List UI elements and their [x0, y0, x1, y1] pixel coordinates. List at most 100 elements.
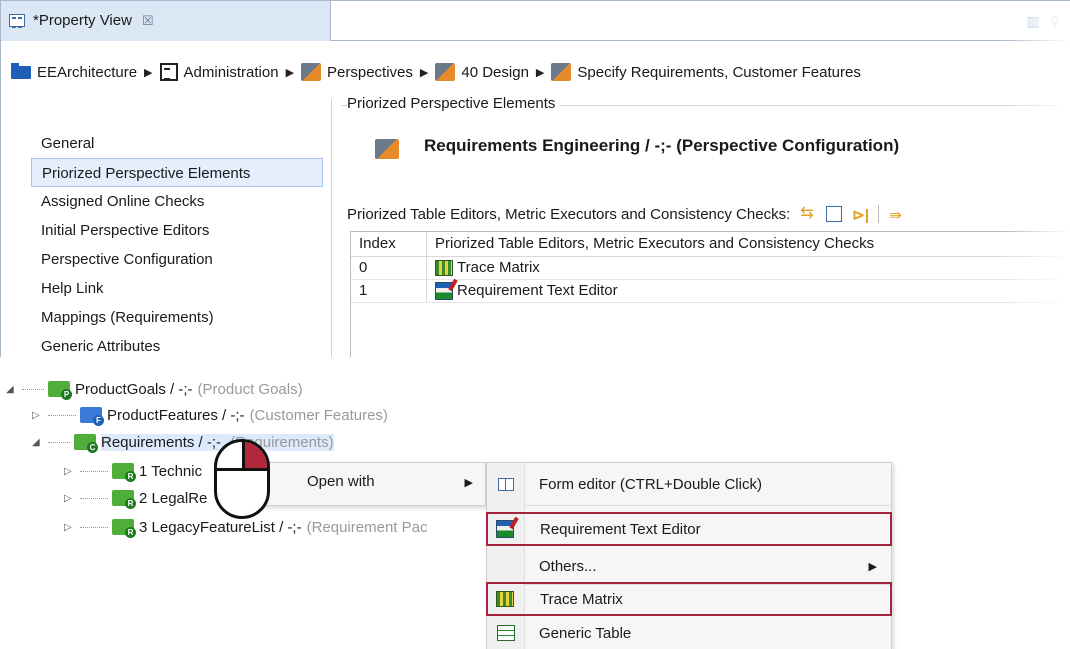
perspective-configuration-title: Requirements Engineering / -;- (Perspect… [424, 136, 900, 155]
mouse-right-click-icon [214, 439, 270, 519]
close-tab-icon[interactable]: ☒ [142, 13, 154, 29]
row-name-cell: Trace Matrix [427, 257, 540, 279]
perspective-icon [435, 63, 456, 81]
perspective-configuration-icon [375, 139, 399, 159]
property-view-panel: *Property View ☒ ▥ ⚲ EEArchitecture ▶ Ad… [0, 0, 1070, 357]
table-row[interactable]: 1 Requirement Text Editor [351, 280, 1070, 303]
nav-item-assigned-online-checks[interactable]: Assigned Online Checks [31, 187, 323, 216]
breadcrumb-separator-icon: ▶ [419, 66, 429, 79]
expand-icon[interactable]: ▷ [64, 493, 78, 504]
nav-item-help-link[interactable]: Help Link [31, 274, 323, 303]
trace-matrix-icon [496, 591, 514, 607]
row-name-cell: Requirement Text Editor [427, 280, 618, 302]
toolbar-separator [878, 205, 880, 223]
reorder-icon[interactable]: ⇆ [800, 206, 816, 222]
submenu-arrow-icon: ▶ [868, 560, 877, 573]
tree-node-selected-label: Requirements / -;- (Requirements) [101, 433, 334, 451]
nav-item-initial-perspective-editors[interactable]: Initial Perspective Editors [31, 216, 323, 245]
tree-node-label: ProductFeatures / -;- [107, 406, 245, 424]
tree-node-label: 3 LegacyFeatureList / -;- [139, 518, 302, 536]
submenu-item-generic-table[interactable]: Generic Table [487, 616, 891, 649]
expand-icon[interactable]: ▷ [64, 522, 78, 533]
breadcrumb-item-specify-requirements[interactable]: Specify Requirements, Customer Features [551, 63, 861, 81]
form-editor-icon [498, 477, 514, 491]
submenu-item-label: Others... [539, 557, 597, 575]
breadcrumb-item-administration[interactable]: Administration ▶ [159, 63, 302, 81]
columns-icon[interactable]: ▥ [1027, 13, 1040, 30]
tree-node-legal[interactable]: ▷ R 2 LegalRe [64, 485, 207, 511]
tree-node-label: Requirements / -;- [101, 433, 222, 451]
priorized-elements-table: Index Priorized Table Editors, Metric Ex… [350, 231, 1070, 357]
generic-table-icon [497, 625, 515, 641]
trace-matrix-icon [435, 260, 453, 276]
breadcrumb-separator-icon: ▶ [144, 66, 153, 79]
open-with-menu-item[interactable]: Open with [307, 473, 375, 490]
breadcrumb-item-eearchitecture[interactable]: EEArchitecture ▶ [11, 62, 160, 81]
folder-icon [11, 62, 31, 79]
tree-node-technical[interactable]: ▷ R 1 Technic [64, 458, 202, 484]
breadcrumb: EEArchitecture ▶ Administration ▶ Perspe… [11, 57, 861, 87]
table-header: Index Priorized Table Editors, Metric Ex… [351, 232, 1070, 257]
package-icon: P [48, 381, 72, 400]
table-row[interactable]: 0 Trace Matrix [351, 257, 1070, 280]
column-header-index[interactable]: Index [351, 232, 427, 256]
open-with-submenu: Form editor (CTRL+Double Click) Requirem… [486, 462, 892, 649]
submenu-item-label: Trace Matrix [540, 590, 623, 608]
tree-connector [80, 470, 108, 472]
menu-separator [525, 505, 891, 506]
package-icon: R [112, 463, 136, 482]
breadcrumb-separator-icon: ▶ [535, 66, 545, 79]
filter-icon[interactable]: ⇛ [889, 206, 905, 224]
requirement-text-editor-icon [496, 520, 514, 538]
nav-item-generic-attributes[interactable]: Generic Attributes [31, 332, 323, 357]
nav-item-general[interactable]: General [31, 129, 323, 158]
columns-icon[interactable] [826, 206, 843, 222]
row-index: 0 [351, 257, 427, 279]
breadcrumb-item-perspectives[interactable]: Perspectives ▶ [301, 63, 435, 81]
tree-node-productgoals[interactable]: ◢ P ProductGoals / -;- (Product Goals) [6, 376, 303, 402]
breadcrumb-item-40-design[interactable]: 40 Design ▶ [435, 63, 551, 81]
expand-icon[interactable]: ▷ [64, 466, 78, 477]
move-next-icon[interactable]: ⊳| [852, 206, 869, 224]
tree-node-type: (Requirement Pac [306, 518, 428, 536]
property-view-tab[interactable]: *Property View ☒ [1, 1, 331, 41]
search-icon[interactable]: ⚲ [1050, 13, 1060, 30]
nav-item-perspective-configuration[interactable]: Perspective Configuration [31, 245, 323, 274]
collapse-icon[interactable]: ◢ [6, 384, 20, 395]
tab-strip: ▥ ⚲ [331, 1, 1070, 41]
tree-connector [48, 414, 76, 416]
tree-node-requirements[interactable]: ◢ C Requirements / -;- (Requirements) [32, 429, 334, 455]
tree-connector [22, 388, 44, 390]
table-caption: Priorized Table Editors, Metric Executor… [347, 205, 905, 224]
package-icon: C [74, 434, 98, 453]
expand-icon[interactable]: ▷ [32, 410, 46, 421]
submenu-item-form-editor[interactable]: Form editor (CTRL+Double Click) [487, 467, 891, 501]
tree-node-type: (Product Goals) [197, 380, 303, 398]
package-icon: F [80, 407, 104, 426]
section-divider [331, 99, 332, 357]
collapse-icon[interactable]: ◢ [32, 437, 46, 448]
nav-item-priorized-perspective-elements[interactable]: Priorized Perspective Elements [31, 158, 323, 187]
submenu-item-requirement-text-editor[interactable]: Requirement Text Editor [486, 512, 892, 546]
tree-node-productfeatures[interactable]: ▷ F ProductFeatures / -;- (Customer Feat… [32, 402, 388, 428]
row-index: 1 [351, 280, 427, 302]
nav-item-mappings-requirements[interactable]: Mappings (Requirements) [31, 303, 323, 332]
context-menu: Open with ▶ [254, 462, 486, 506]
tree-node-label: ProductGoals / -;- [75, 380, 193, 398]
property-view-icon [9, 14, 25, 28]
perspective-icon [301, 63, 322, 81]
tree-node-label: 1 Technic [139, 462, 203, 480]
row-name: Requirement Text Editor [457, 282, 618, 299]
perspective-icon [551, 63, 572, 81]
column-header-name[interactable]: Priorized Table Editors, Metric Executor… [427, 232, 874, 256]
property-view-title: *Property View [33, 12, 132, 29]
table-toolbar: ⇆ ⊳| ⇛ [800, 205, 905, 224]
requirement-text-editor-icon [435, 282, 453, 300]
submenu-item-label: Requirement Text Editor [540, 520, 701, 538]
submenu-item-label: Form editor (CTRL+Double Click) [539, 475, 762, 493]
submenu-item-trace-matrix[interactable]: Trace Matrix [486, 582, 892, 616]
administration-icon [159, 63, 178, 81]
package-icon: R [112, 490, 136, 509]
submenu-item-others[interactable]: Others... ▶ [487, 549, 891, 583]
table-caption-label: Priorized Table Editors, Metric Executor… [347, 205, 791, 223]
